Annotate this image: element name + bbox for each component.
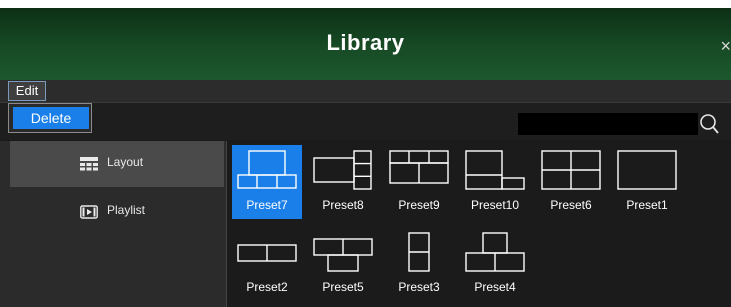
layout-preview-icon (465, 150, 525, 190)
preset-tile[interactable]: Preset10 (460, 145, 530, 219)
search-input[interactable] (518, 113, 698, 135)
sidebar-item-label: Layout (107, 155, 144, 169)
edit-menu[interactable]: Edit (8, 81, 46, 101)
sidebar-item-layout[interactable]: Layout (10, 141, 224, 187)
preset-tile[interactable]: Preset5 (308, 227, 378, 301)
delete-menu-item[interactable]: Delete (13, 107, 89, 129)
preset-tile[interactable]: Preset1 (612, 145, 682, 219)
sidebar-item-playlist[interactable]: Playlist (10, 189, 224, 235)
layout-preview-icon (408, 232, 430, 272)
layout-preview-icon (465, 232, 525, 272)
layout-preview-icon (313, 238, 373, 272)
title-bar: Library × (0, 0, 731, 84)
window-title: Library (326, 30, 405, 55)
preset-tile[interactable]: Preset9 (384, 145, 454, 219)
layout-preview-icon (389, 150, 449, 184)
library-window: Library × Edit Delete Layout Playlist Pr… (0, 0, 731, 307)
playlist-film-icon (80, 205, 98, 219)
preset-label: Preset1 (626, 198, 668, 212)
layout-preview-icon (237, 244, 297, 262)
layout-grid-icon (80, 157, 98, 171)
menu-bar (0, 80, 731, 103)
close-icon[interactable]: × (720, 36, 731, 57)
layout-preview-icon (541, 150, 601, 190)
preset-label: Preset8 (322, 198, 364, 212)
preset-tile[interactable]: Preset6 (536, 145, 606, 219)
search-icon[interactable] (698, 112, 720, 136)
preset-label: Preset5 (322, 280, 364, 294)
preset-tile[interactable]: Preset7 (232, 145, 302, 219)
preset-label: Preset2 (246, 280, 288, 294)
preset-label: Preset10 (470, 198, 520, 212)
preset-label: Preset4 (474, 280, 516, 294)
layout-preview-icon (237, 150, 297, 189)
preset-tile[interactable]: Preset8 (308, 145, 378, 219)
preset-grid: Preset7 Preset8 Preset9 Preset10 Preset6… (227, 141, 731, 307)
preset-tile[interactable]: Preset4 (460, 227, 530, 301)
preset-label: Preset6 (550, 198, 592, 212)
preset-label: Preset7 (246, 198, 288, 212)
preset-label: Preset3 (398, 280, 440, 294)
top-border (0, 0, 731, 8)
sidebar: Layout Playlist (0, 141, 227, 307)
preset-tile[interactable]: Preset3 (384, 227, 454, 301)
preset-tile[interactable]: Preset2 (232, 227, 302, 301)
layout-preview-icon (313, 150, 372, 190)
sidebar-item-label: Playlist (107, 203, 146, 217)
preset-label: Preset9 (398, 198, 440, 212)
layout-preview-icon (617, 150, 677, 190)
